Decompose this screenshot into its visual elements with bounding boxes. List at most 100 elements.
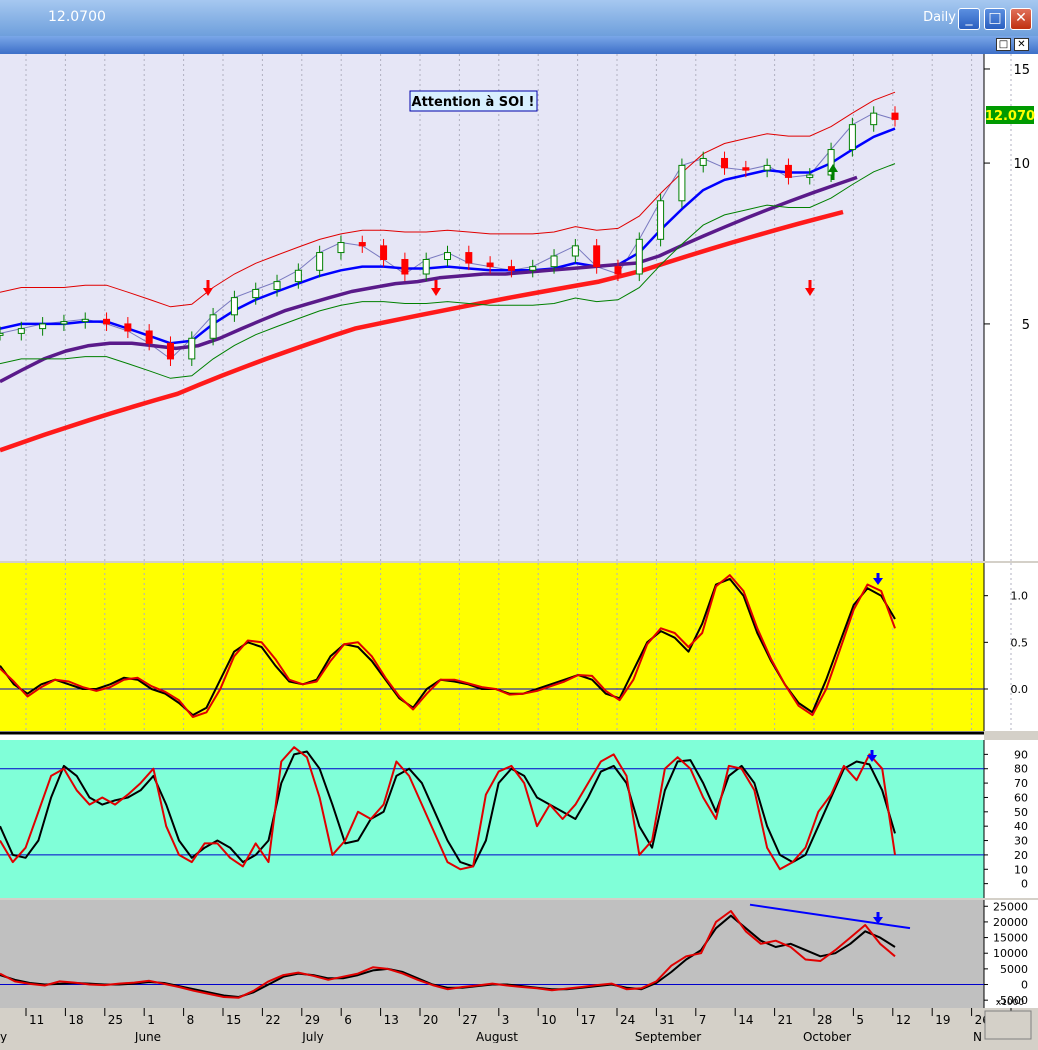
- date-day-label: 27: [462, 1013, 477, 1027]
- osc1-tick-label: 0.5: [1011, 636, 1029, 649]
- price-tick-label: 15: [1013, 63, 1030, 78]
- date-day-label: 22: [265, 1013, 280, 1027]
- window-title: 12.0700: [48, 9, 106, 25]
- candle-body: [891, 112, 899, 120]
- candle-body: [0, 332, 4, 336]
- date-day-label: 15: [226, 1013, 241, 1027]
- candle-body: [763, 164, 771, 171]
- candle-body: [657, 200, 665, 240]
- date-day-label: 17: [581, 1013, 596, 1027]
- osc1-tick-label: 1.0: [1011, 590, 1029, 603]
- date-day-label: 31: [659, 1013, 674, 1027]
- osc2-tick-label: 40: [1014, 820, 1028, 833]
- candle-body: [870, 112, 878, 126]
- candle-body: [614, 266, 622, 275]
- osc2-tick-label: 70: [1014, 777, 1028, 790]
- date-month-label: October: [803, 1030, 851, 1043]
- candle-body: [721, 157, 729, 169]
- osc1-tick-label: 0.0: [1011, 683, 1029, 696]
- candle-body: [571, 245, 579, 257]
- candle-body: [401, 258, 409, 275]
- panel-background-3: [0, 900, 984, 1008]
- date-day-label: 29: [305, 1013, 320, 1027]
- date-day-label: 25: [108, 1013, 123, 1027]
- candle-body: [166, 342, 174, 360]
- osc2-tick-label: 90: [1014, 748, 1028, 761]
- multiplier-label: x1000: [996, 998, 1025, 1008]
- candle-body: [39, 323, 47, 330]
- date-day-label: 13: [384, 1013, 399, 1027]
- candle-body: [784, 164, 792, 178]
- date-day-label: 3: [502, 1013, 510, 1027]
- annotation-label: Attention à SOI !: [412, 95, 535, 110]
- candle-body: [486, 262, 494, 268]
- osc3-tick-label: 0: [1021, 979, 1028, 992]
- last-value-label: 12.070: [985, 109, 1035, 124]
- osc2-tick-label: 60: [1014, 791, 1028, 804]
- candle-body: [529, 266, 537, 271]
- candle-body: [145, 330, 153, 344]
- candle-body: [806, 174, 814, 178]
- candle-body: [358, 242, 366, 247]
- panel-background-1: [0, 563, 984, 731]
- candle-body: [188, 337, 196, 360]
- osc2-tick-label: 10: [1014, 863, 1028, 876]
- osc3-tick-label: 5000: [1000, 963, 1028, 976]
- date-edge-label: N: [973, 1030, 982, 1043]
- candle-body: [380, 245, 388, 260]
- close-chart-button[interactable]: ✕: [1014, 38, 1029, 51]
- stock-chart: 5 10 15 Attention à SOI ! 12.070 0.0 0.5 1.0 0 10…: [0, 54, 1038, 1043]
- minimize-button[interactable]: _: [958, 8, 980, 30]
- axis-background-2: [984, 740, 1038, 898]
- candle-body: [444, 252, 451, 260]
- candle-body: [17, 328, 25, 334]
- candle-body: [124, 323, 132, 332]
- candle-body: [465, 252, 473, 264]
- date-edge-label: y: [0, 1030, 7, 1043]
- candle-body: [60, 321, 68, 325]
- candle-body: [103, 318, 111, 325]
- date-day-label: 11: [29, 1013, 44, 1027]
- date-day-label: 21: [778, 1013, 793, 1027]
- date-day-label: 6: [344, 1013, 352, 1027]
- date-month-label: June: [134, 1030, 161, 1043]
- date-day-label: 18: [68, 1013, 83, 1027]
- candle-body: [316, 252, 324, 271]
- status-bar: [0, 1043, 1038, 1050]
- osc2-tick-label: 30: [1014, 835, 1028, 848]
- maximize-button[interactable]: □: [984, 8, 1006, 30]
- candle-body: [294, 269, 302, 283]
- restore-chart-button[interactable]: □: [996, 38, 1011, 51]
- date-month-label: August: [476, 1030, 518, 1043]
- candle-body: [422, 258, 430, 275]
- date-month-label: July: [301, 1030, 324, 1043]
- scroll-corner: [984, 1010, 1032, 1040]
- price-tick-label: 5: [1022, 318, 1030, 333]
- candle-body: [252, 288, 260, 299]
- osc3-tick-label: 15000: [993, 932, 1028, 945]
- date-day-label: 1: [147, 1013, 155, 1027]
- candle-body: [507, 266, 515, 271]
- date-day-label: 14: [738, 1013, 753, 1027]
- panel-background-0: [0, 54, 984, 561]
- candle-body: [550, 255, 558, 268]
- close-button[interactable]: ✕: [1010, 8, 1032, 30]
- osc2-tick-label: 20: [1014, 849, 1028, 862]
- candle-body: [848, 124, 856, 151]
- date-day-label: 10: [541, 1013, 556, 1027]
- candle-body: [593, 245, 601, 268]
- date-day-label: 19: [935, 1013, 950, 1027]
- candle-body: [273, 281, 281, 290]
- candle-body: [678, 164, 686, 202]
- candle-body: [81, 318, 89, 323]
- candle-body: [699, 157, 707, 166]
- date-day-label: 20: [423, 1013, 438, 1027]
- candle-body: [230, 297, 238, 316]
- price-tick-label: 10: [1013, 157, 1030, 172]
- period-label[interactable]: Daily: [923, 10, 956, 25]
- candle-body: [337, 242, 345, 254]
- chart-toolbar: [0, 36, 1038, 54]
- candle-body: [209, 314, 217, 339]
- osc2-tick-label: 50: [1014, 806, 1028, 819]
- date-month-label: September: [635, 1030, 701, 1043]
